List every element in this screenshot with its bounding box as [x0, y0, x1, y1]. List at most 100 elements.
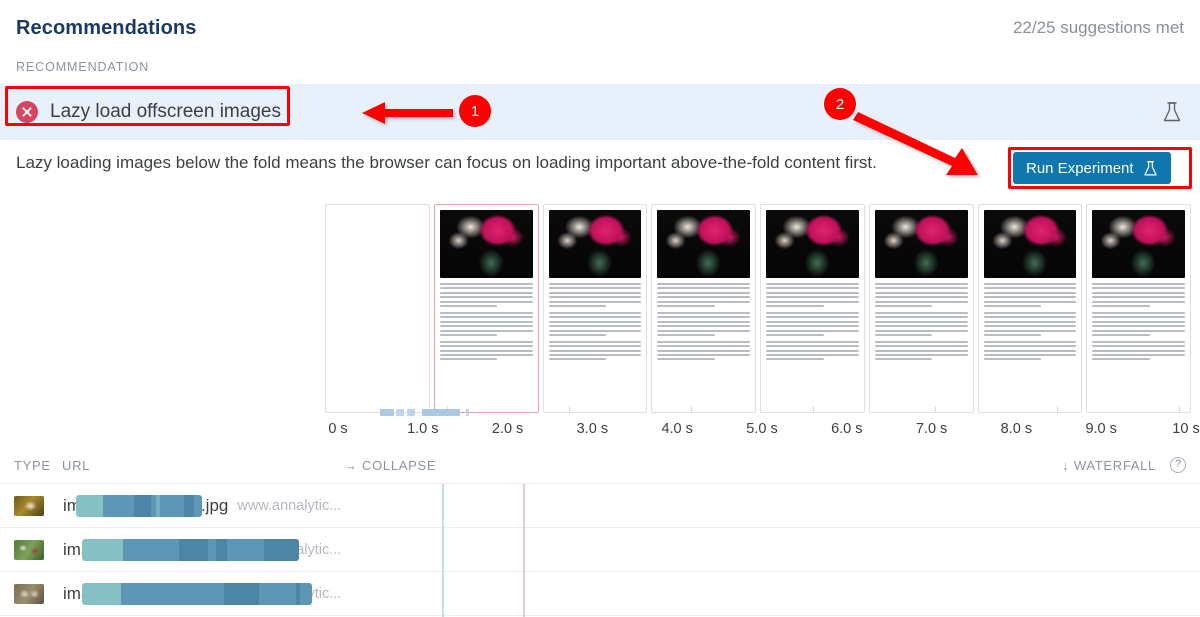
- time-axis-label: 9.0 s: [1085, 421, 1117, 437]
- filmstrip-frame-content: [1087, 205, 1190, 361]
- collapse-button[interactable]: → COLLAPSE: [344, 458, 436, 473]
- tick-mark: [813, 406, 814, 412]
- recommendation-row[interactable]: Lazy load offscreen images: [0, 84, 1200, 140]
- filmstrip-frame[interactable]: [1086, 204, 1191, 413]
- text-line: [1092, 304, 1150, 307]
- text-line: [1092, 345, 1185, 348]
- text-line: [874, 291, 968, 294]
- run-experiment-button[interactable]: Run Experiment: [1013, 152, 1171, 184]
- text-line: [548, 304, 606, 307]
- time-axis-label: 4.0 s: [661, 421, 693, 437]
- text-line: [983, 300, 1077, 303]
- text-line: [548, 325, 642, 328]
- text-line: [983, 311, 1077, 314]
- text-line: [548, 345, 642, 348]
- row-thumbnail-icon: [14, 583, 44, 604]
- filmstrip-frame[interactable]: [325, 204, 430, 413]
- column-header-waterfall[interactable]: ↓ WATERFALL: [1062, 458, 1156, 473]
- text-line: [439, 320, 533, 323]
- text-line: [657, 358, 715, 361]
- row-filename[interactable]: images/flowers-03.jpg: [63, 540, 228, 560]
- text-line: [766, 283, 859, 285]
- column-header-type: TYPE: [14, 458, 51, 473]
- lorem-text-block: [874, 311, 968, 336]
- text-line: [983, 358, 1041, 361]
- text-line: [548, 333, 606, 336]
- filmstrip-frame-content: [652, 205, 755, 361]
- text-line: [874, 358, 933, 361]
- text-line: [1092, 311, 1185, 314]
- filmstrip-frame[interactable]: [868, 204, 974, 413]
- text-line: [874, 296, 968, 299]
- row-filename[interactable]: images/flowers-04.jpg: [63, 584, 228, 604]
- lorem-text-block: [548, 340, 642, 361]
- time-axis-label: 10 s: [1172, 421, 1200, 437]
- filmstrip-frame[interactable]: [651, 204, 756, 413]
- text-line: [548, 283, 642, 285]
- text-line: [548, 349, 642, 352]
- text-line: [983, 287, 1077, 290]
- text-line: [548, 287, 642, 290]
- text-line: [874, 329, 968, 332]
- timeline-marker-segment: [466, 409, 469, 416]
- filmstrip-frame-content: [435, 205, 538, 361]
- text-line: [983, 320, 1077, 323]
- annotation-badge-1: 1: [459, 95, 491, 127]
- text-line: [657, 300, 750, 303]
- text-line: [1092, 349, 1185, 352]
- row-domain: www.annalytic...: [237, 585, 342, 602]
- text-line: [1092, 283, 1185, 285]
- flask-icon[interactable]: [1162, 101, 1182, 123]
- recommendation-row-left: Lazy load offscreen images: [16, 101, 281, 123]
- flowers-photo: [439, 210, 533, 278]
- text-line: [874, 349, 968, 352]
- text-line: [1092, 287, 1185, 290]
- filmstrip-frame[interactable]: [433, 204, 539, 413]
- filmstrip: [325, 204, 1191, 416]
- lorem-text-block: [766, 340, 859, 361]
- text-line: [983, 283, 1077, 285]
- text-line: [1092, 358, 1150, 361]
- time-axis-label: 8.0 s: [1000, 421, 1033, 437]
- text-line: [657, 316, 750, 319]
- text-line: [766, 287, 859, 290]
- text-line: [548, 340, 642, 343]
- text-line: [439, 325, 533, 328]
- row-filename[interactable]: images/flowers-02.jpg: [63, 496, 228, 516]
- table-row[interactable]: images/flowers-02.jpg www.annalytic...: [0, 484, 1200, 528]
- text-line: [1092, 329, 1185, 332]
- recommendation-title[interactable]: Lazy load offscreen images: [50, 101, 281, 123]
- text-line: [1092, 296, 1185, 299]
- filmstrip-frame[interactable]: [542, 204, 648, 413]
- text-line: [439, 296, 533, 299]
- filmstrip-frame-content: [870, 205, 973, 361]
- lorem-text-block: [1092, 283, 1185, 307]
- filmstrip-frame[interactable]: [760, 204, 865, 413]
- text-line: [657, 325, 750, 328]
- filmstrip-frame-content: [979, 205, 1082, 361]
- lorem-text-block: [874, 283, 968, 307]
- text-line: [657, 291, 750, 294]
- table-row[interactable]: images/flowers-04.jpg www.annalytic...: [0, 572, 1200, 616]
- text-line: [766, 296, 859, 299]
- suggestions-met-status: 22/25 suggestions met: [1012, 18, 1184, 37]
- lorem-text-block: [439, 311, 533, 336]
- text-line: [657, 320, 750, 323]
- text-line: [766, 349, 859, 352]
- text-line: [657, 329, 750, 332]
- table-header: TYPE URL → COLLAPSE ↓ WATERFALL ?: [0, 452, 1200, 484]
- lorem-text-block: [983, 340, 1077, 361]
- text-line: [1092, 325, 1185, 328]
- text-line: [439, 300, 533, 303]
- filmstrip-frame[interactable]: [977, 204, 1083, 413]
- lorem-text-block: [983, 311, 1077, 336]
- text-line: [766, 304, 824, 307]
- help-circle-icon[interactable]: ?: [1170, 457, 1186, 473]
- lorem-text-block: [766, 311, 859, 336]
- lorem-text-block: [657, 340, 750, 361]
- text-line: [439, 354, 533, 357]
- text-line: [874, 340, 968, 343]
- text-line: [766, 316, 859, 319]
- table-row[interactable]: images/flowers-03.jpg www.annalytic...: [0, 528, 1200, 572]
- text-line: [439, 287, 533, 290]
